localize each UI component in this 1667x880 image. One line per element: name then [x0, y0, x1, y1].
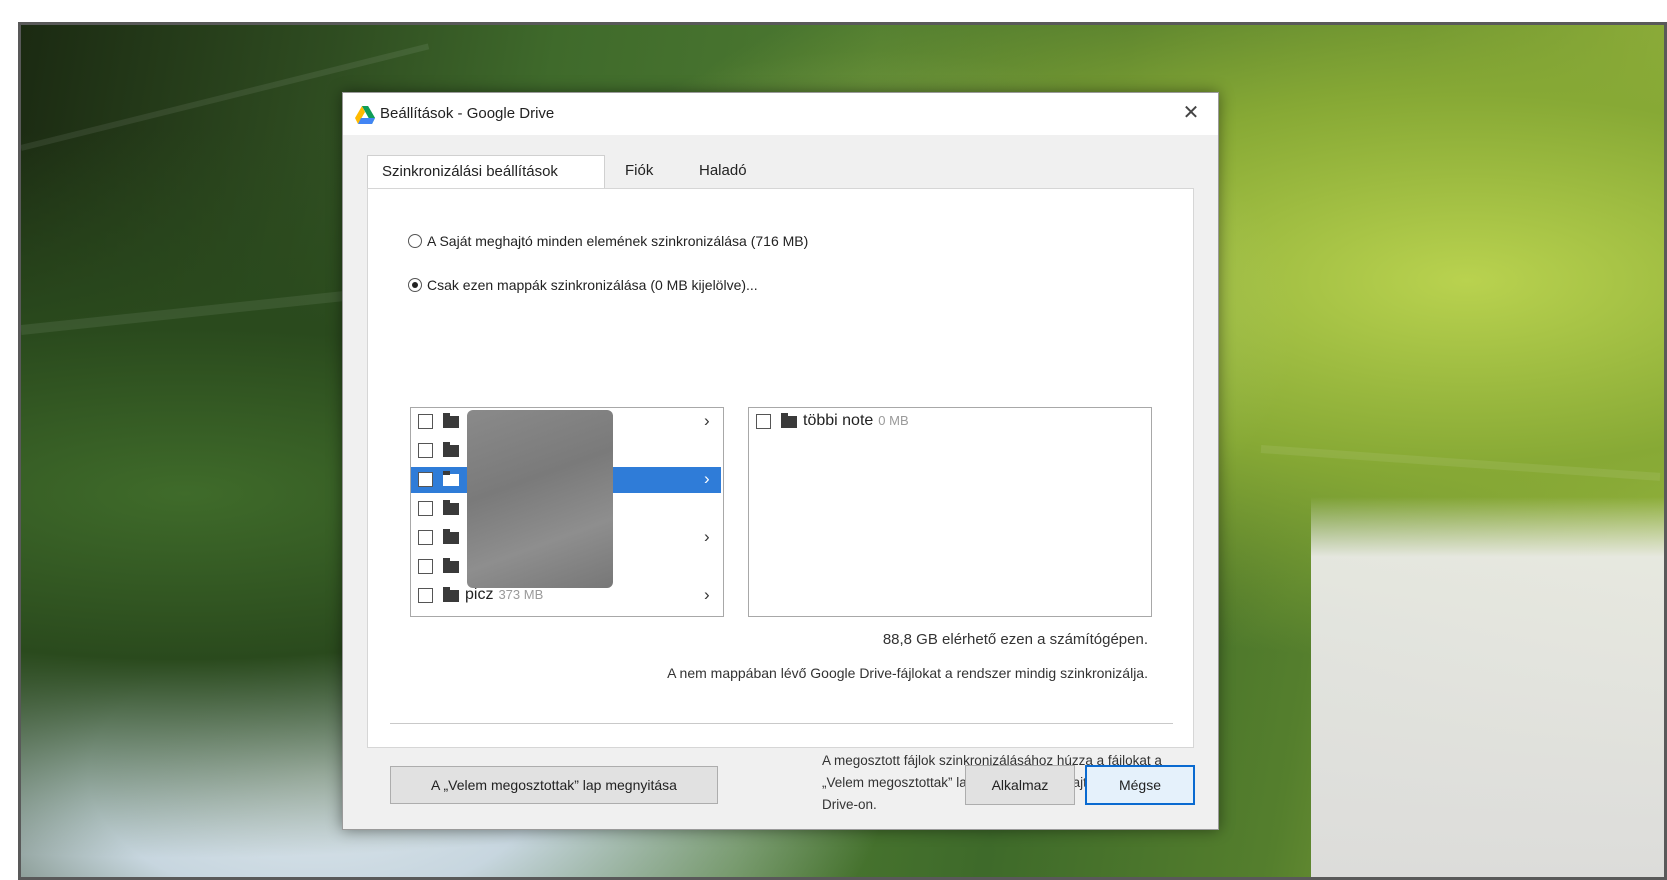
close-icon[interactable]: ✕	[1180, 101, 1202, 125]
divider	[390, 723, 1173, 724]
folder-checkbox[interactable]	[418, 559, 433, 574]
redacted-folder-names	[467, 410, 613, 588]
sync-folders-label: Csak ezen mappák szinkronizálása (0 MB k…	[427, 277, 758, 293]
folder-icon	[443, 471, 459, 486]
chevron-right-icon[interactable]: ›	[704, 585, 710, 605]
folder-icon	[443, 413, 459, 428]
folder-checkbox[interactable]	[418, 443, 433, 458]
chevron-right-icon[interactable]: ›	[704, 411, 710, 431]
sync-settings-panel: A Saját meghajtó minden elemének szinkro…	[367, 188, 1194, 812]
tab-account[interactable]: Fiók	[611, 155, 667, 187]
folder-icon	[443, 500, 459, 515]
non-folder-note: A nem mappában lévő Google Drive-fájloka…	[667, 665, 1148, 681]
folder-icon	[443, 587, 459, 602]
subfolder-row[interactable]: többi note 0 MB	[749, 409, 1149, 435]
tab-advanced[interactable]: Haladó	[685, 155, 761, 187]
folder-name: picz 373 MB	[465, 586, 543, 604]
sync-all-option[interactable]: A Saját meghajtó minden elemének szinkro…	[408, 233, 808, 249]
folder-checkbox[interactable]	[418, 472, 433, 487]
dialog-title: Beállítások - Google Drive	[380, 105, 555, 122]
folder-list[interactable]: › › › picz 373 MB ›	[410, 407, 724, 617]
subfolder-checkbox[interactable]	[756, 414, 771, 429]
subfolder-name: többi note 0 MB	[803, 412, 909, 430]
google-drive-logo-icon	[355, 106, 375, 124]
sync-all-label: A Saját meghajtó minden elemének szinkro…	[427, 233, 809, 249]
chevron-right-icon[interactable]: ›	[704, 469, 710, 489]
folder-size: 373 MB	[498, 587, 544, 602]
subfolder-label: többi note	[803, 412, 874, 429]
tab-sync-settings[interactable]: Szinkronizálási beállítások	[367, 155, 605, 189]
folder-checkbox[interactable]	[418, 530, 433, 545]
available-space-text: 88,8 GB elérhető ezen a számítógépen.	[882, 631, 1148, 648]
settings-dialog: Beállítások - Google Drive ✕ Szinkronizá…	[342, 92, 1219, 830]
folder-icon	[443, 529, 459, 544]
folder-checkbox[interactable]	[418, 414, 433, 429]
sync-all-radio[interactable]	[408, 234, 422, 248]
title-bar: Beállítások - Google Drive ✕	[343, 93, 1218, 135]
folder-label: picz	[465, 586, 494, 603]
folder-checkbox[interactable]	[418, 501, 433, 516]
chevron-right-icon[interactable]: ›	[704, 527, 710, 547]
sync-folders-radio[interactable]	[408, 278, 422, 292]
folder-checkbox[interactable]	[418, 588, 433, 603]
cancel-button[interactable]: Mégse	[1085, 765, 1195, 805]
apply-button[interactable]: Alkalmaz	[965, 765, 1075, 805]
folder-icon	[781, 413, 797, 428]
open-shared-with-me-button[interactable]: A „Velem megosztottak” lap megnyitása	[390, 766, 718, 804]
folder-icon	[443, 558, 459, 573]
sync-folders-option[interactable]: Csak ezen mappák szinkronizálása (0 MB k…	[408, 277, 758, 293]
folder-icon	[443, 442, 459, 457]
subfolder-list[interactable]: többi note 0 MB	[748, 407, 1152, 617]
subfolder-size: 0 MB	[878, 413, 909, 428]
